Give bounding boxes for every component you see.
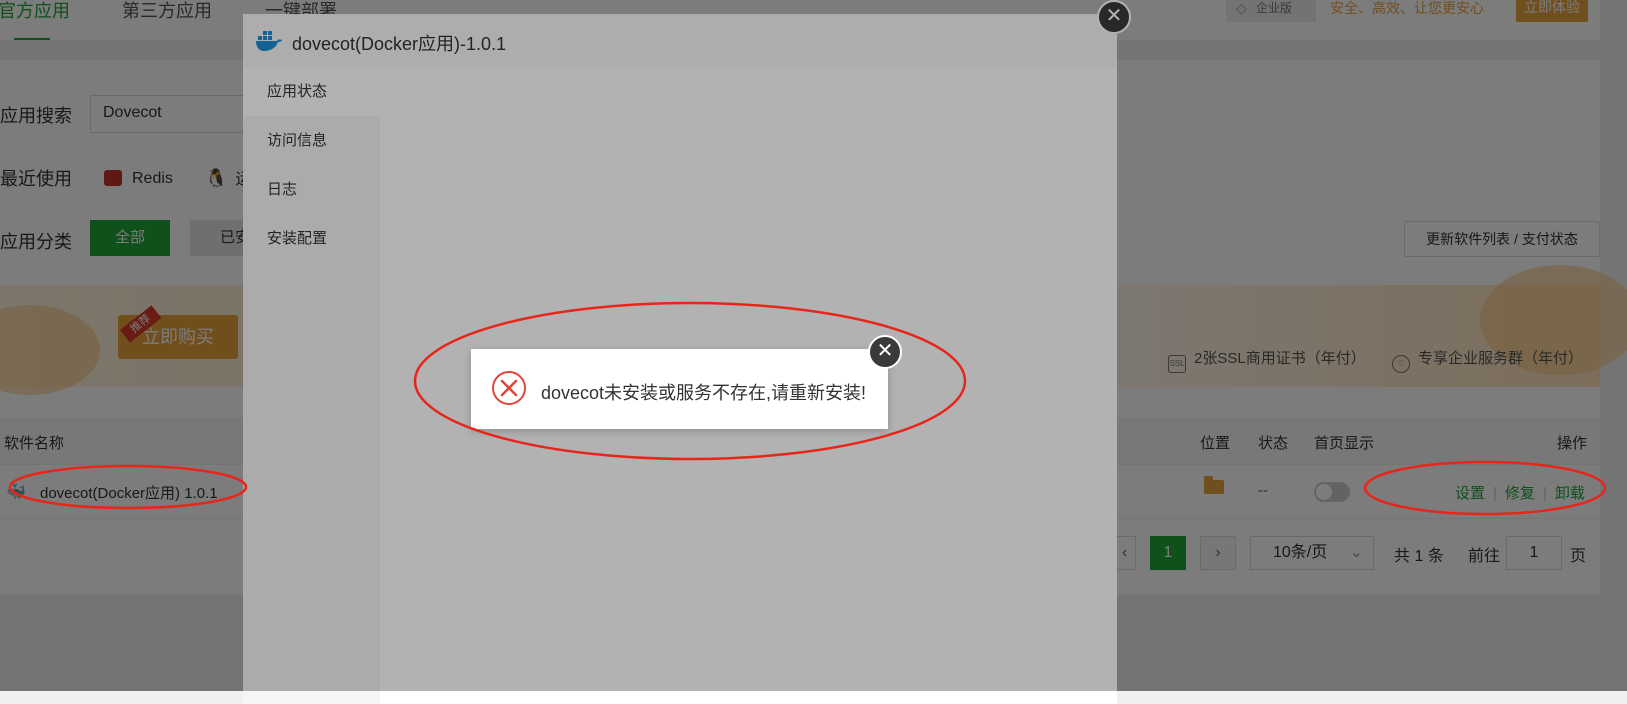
alert-close-button[interactable]: ✕ bbox=[868, 335, 902, 369]
close-icon: ✕ bbox=[876, 340, 894, 362]
error-x-icon bbox=[492, 371, 526, 405]
alert-backdrop[interactable] bbox=[0, 0, 1627, 691]
alert-message: dovecot未安装或服务不存在,请重新安装! bbox=[541, 383, 867, 403]
error-alert: dovecot未安装或服务不存在,请重新安装! bbox=[471, 349, 888, 429]
app-store-page: 官方应用 第三方应用 一键部署 ◇ 企业版 安全、高效、让您更安心 立即体验 应… bbox=[0, 0, 1627, 704]
